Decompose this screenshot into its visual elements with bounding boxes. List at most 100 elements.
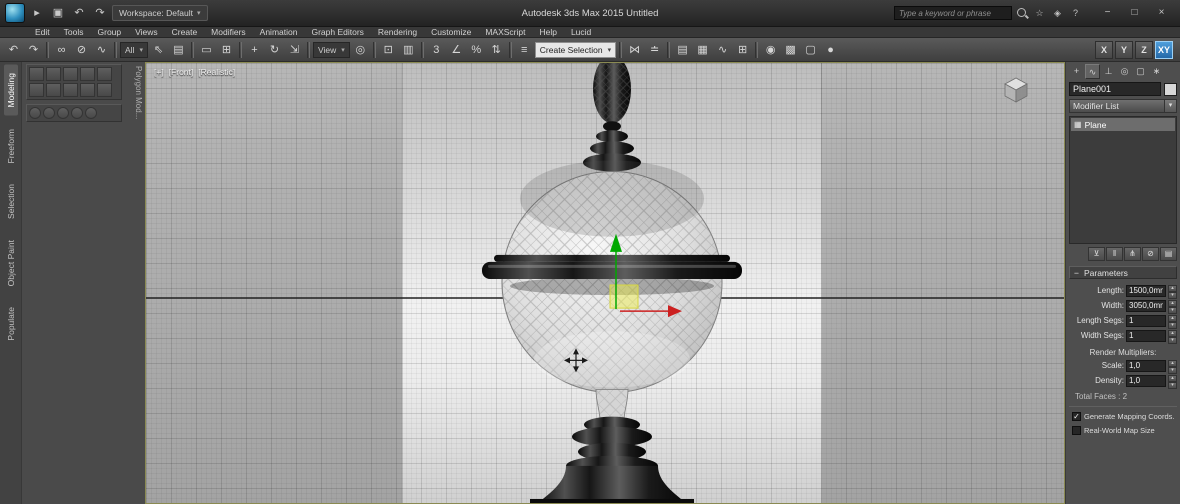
unlink-selection-icon[interactable]: ⊘ xyxy=(72,40,91,60)
favorites-icon[interactable]: ☆ xyxy=(1032,6,1047,21)
schematic-view-icon[interactable]: ⊞ xyxy=(733,40,752,60)
parameters-rollout-header[interactable]: − Parameters xyxy=(1069,266,1177,279)
select-and-rotate-icon[interactable]: ↻ xyxy=(265,40,284,60)
viewcube[interactable] xyxy=(1004,77,1028,108)
scale-spinner[interactable]: ▴ ▾ xyxy=(1168,359,1177,374)
3ds-max-logo[interactable] xyxy=(5,3,25,23)
search-input[interactable] xyxy=(894,6,1012,20)
select-and-scale-icon[interactable]: ⇲ xyxy=(285,40,304,60)
ribbon-tool-icon[interactable] xyxy=(43,107,55,119)
undo-icon[interactable]: ↶ xyxy=(4,40,23,60)
spinner-up-icon[interactable]: ▴ xyxy=(1168,374,1177,382)
redo-icon[interactable]: ↷ xyxy=(24,40,43,60)
menu-create[interactable]: Create xyxy=(165,27,205,38)
select-and-move-icon[interactable]: + xyxy=(245,40,264,60)
length-segs-field[interactable] xyxy=(1126,314,1166,327)
axis-constraint-x[interactable]: X xyxy=(1095,40,1113,59)
spinner-down-icon[interactable]: ▾ xyxy=(1168,306,1177,314)
axis-constraint-y[interactable]: Y xyxy=(1115,40,1133,59)
spinner-down-icon[interactable]: ▾ xyxy=(1168,366,1177,374)
percent-snap-icon[interactable]: % xyxy=(467,40,486,60)
close-button[interactable]: × xyxy=(1148,3,1175,23)
width-spinner[interactable]: ▴ ▾ xyxy=(1168,299,1177,314)
ribbon-tab-object-paint[interactable]: Object Paint xyxy=(4,232,18,294)
spinner-down-icon[interactable]: ▾ xyxy=(1168,381,1177,389)
select-and-manipulate-icon[interactable]: ⊡ xyxy=(379,40,398,60)
ribbon-tool-icon[interactable] xyxy=(97,83,112,97)
ribbon-tool-icon[interactable] xyxy=(63,83,78,97)
ribbon-tool-icon[interactable] xyxy=(85,107,97,119)
ribbon-tool-icon[interactable] xyxy=(29,83,44,97)
angle-snap-icon[interactable]: ∠ xyxy=(447,40,466,60)
density-field[interactable] xyxy=(1126,374,1166,387)
bind-to-space-warp-icon[interactable]: ∿ xyxy=(92,40,111,60)
pin-stack-icon[interactable]: ⊻ xyxy=(1088,247,1105,261)
align-icon[interactable]: ≐ xyxy=(645,40,664,60)
ribbon-tool-icon[interactable] xyxy=(46,67,61,81)
menu-modifiers[interactable]: Modifiers xyxy=(204,27,252,38)
ribbon-tool-icon[interactable] xyxy=(80,67,95,81)
maximize-button[interactable]: □ xyxy=(1121,3,1148,23)
viewport-pov-menu[interactable]: [Front] xyxy=(169,67,194,77)
modifier-stack[interactable]: ▦ Plane xyxy=(1069,116,1177,244)
curve-editor-icon[interactable]: ∿ xyxy=(713,40,732,60)
menu-edit[interactable]: Edit xyxy=(28,27,57,38)
tab-create-icon[interactable]: + xyxy=(1069,64,1084,79)
checkbox-icon[interactable]: ✓ xyxy=(1072,411,1081,421)
menu-customize[interactable]: Customize xyxy=(424,27,478,38)
spinner-snap-icon[interactable]: ⇅ xyxy=(487,40,506,60)
use-pivot-center-icon[interactable]: ◎ xyxy=(351,40,370,60)
tab-modify-icon[interactable]: ∿ xyxy=(1085,64,1100,79)
menu-help[interactable]: Help xyxy=(532,27,563,38)
width-segs-spinner[interactable]: ▴ ▾ xyxy=(1168,329,1177,344)
ribbon-tab-modeling[interactable]: Modeling xyxy=(3,65,18,116)
menu-maxscript[interactable]: MAXScript xyxy=(478,27,532,38)
app-menu-icon[interactable]: ▸ xyxy=(28,4,46,22)
real-world-map-size-row[interactable]: Real-World Map Size xyxy=(1069,424,1177,436)
ribbon-tool-icon[interactable] xyxy=(97,67,112,81)
ribbon-tab-selection[interactable]: Selection xyxy=(4,176,18,227)
ribbon-tool-icon[interactable] xyxy=(29,67,44,81)
ribbon-tool-icon[interactable] xyxy=(46,83,61,97)
help-icon[interactable]: ? xyxy=(1068,6,1083,21)
spinner-up-icon[interactable]: ▴ xyxy=(1168,359,1177,367)
ribbon-tool-icon[interactable] xyxy=(80,83,95,97)
axis-constraint-z[interactable]: Z xyxy=(1135,40,1153,59)
spinner-up-icon[interactable]: ▴ xyxy=(1168,299,1177,307)
save-icon[interactable]: ▣ xyxy=(49,4,67,22)
configure-modifier-sets-icon[interactable]: ▤ xyxy=(1160,247,1177,261)
undo-icon[interactable]: ↶ xyxy=(70,4,88,22)
named-sets-icon[interactable]: ≡ xyxy=(515,40,534,60)
ribbon-tab-freeform[interactable]: Freeform xyxy=(4,121,18,171)
render-setup-icon[interactable]: ▩ xyxy=(781,40,800,60)
community-icon[interactable]: ◈ xyxy=(1050,6,1065,21)
selection-region-icon[interactable]: ▭ xyxy=(197,40,216,60)
length-field[interactable] xyxy=(1126,284,1166,297)
select-object-icon[interactable]: ⇖ xyxy=(149,40,168,60)
spinner-up-icon[interactable]: ▴ xyxy=(1168,329,1177,337)
selection-filter-combo[interactable]: All ▾ xyxy=(120,41,148,58)
redo-icon[interactable]: ↷ xyxy=(91,4,109,22)
density-spinner[interactable]: ▴ ▾ xyxy=(1168,374,1177,389)
layer-manager-icon[interactable]: ▤ xyxy=(673,40,692,60)
workspace-selector[interactable]: Workspace: Default ▾ xyxy=(112,5,208,21)
ribbon-tool-icon[interactable] xyxy=(57,107,69,119)
window-crossing-icon[interactable]: ⊞ xyxy=(217,40,236,60)
spinner-down-icon[interactable]: ▾ xyxy=(1168,321,1177,329)
snap-toggle-icon[interactable]: 3 xyxy=(427,40,446,60)
render-production-icon[interactable]: ● xyxy=(821,40,840,60)
menu-group[interactable]: Group xyxy=(91,27,129,38)
rendered-frame-icon[interactable]: ▢ xyxy=(801,40,820,60)
menu-graph-editors[interactable]: Graph Editors xyxy=(304,27,370,38)
generate-mapping-coords-row[interactable]: ✓ Generate Mapping Coords. xyxy=(1069,410,1177,422)
ribbon-tool-icon[interactable] xyxy=(71,107,83,119)
tab-hierarchy-icon[interactable]: ⊥ xyxy=(1101,64,1116,79)
viewport-shading-menu[interactable]: [Realistic] xyxy=(198,67,235,77)
stack-item-plane[interactable]: ▦ Plane xyxy=(1071,118,1175,131)
select-by-name-icon[interactable]: ▤ xyxy=(169,40,188,60)
ribbon-toggle-icon[interactable]: ▦ xyxy=(693,40,712,60)
length-spinner[interactable]: ▴ ▾ xyxy=(1168,284,1177,299)
scene-canvas[interactable] xyxy=(146,63,1064,503)
material-editor-icon[interactable]: ◉ xyxy=(761,40,780,60)
ribbon-tool-icon[interactable] xyxy=(29,107,41,119)
